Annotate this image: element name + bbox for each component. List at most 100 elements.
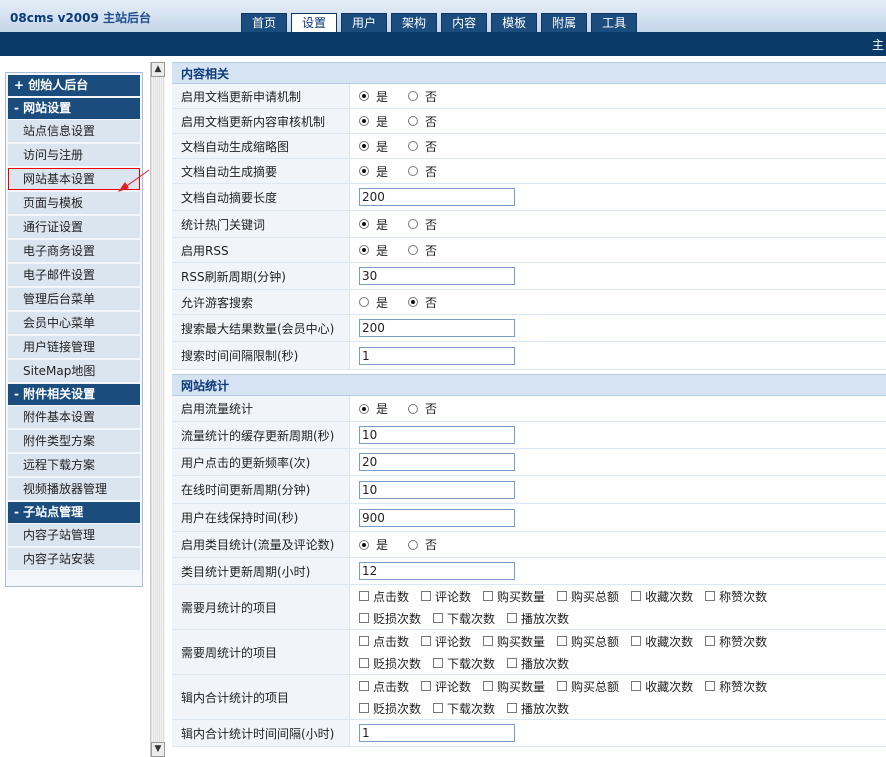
radio-circle[interactable] bbox=[359, 297, 369, 307]
click-frequency-input[interactable] bbox=[359, 453, 515, 471]
checkbox-box[interactable] bbox=[705, 681, 716, 691]
checkbox-clicks[interactable]: 点击数 bbox=[359, 675, 409, 697]
scrollbar[interactable]: ▲ ▼ bbox=[150, 62, 165, 757]
checkbox-box[interactable] bbox=[631, 681, 642, 691]
radio-yes[interactable]: 是 bbox=[359, 163, 388, 180]
radio-yes[interactable]: 是 bbox=[359, 242, 388, 259]
checkbox-box[interactable] bbox=[631, 591, 642, 601]
sidebar-item-sitemap[interactable]: SiteMap地图 bbox=[8, 360, 140, 382]
tab-content[interactable]: 内容 bbox=[441, 13, 488, 32]
tab-tools[interactable]: 工具 bbox=[591, 13, 638, 32]
radio-no[interactable]: 否 bbox=[408, 113, 437, 130]
checkbox-clicks[interactable]: 点击数 bbox=[359, 585, 409, 607]
radio-circle[interactable] bbox=[408, 245, 419, 255]
sidebar-item-subsite-install[interactable]: 内容子站安装 bbox=[8, 548, 140, 570]
checkbox-purchase-qty[interactable]: 购买数量 bbox=[483, 675, 545, 697]
tab-settings[interactable]: 设置 bbox=[291, 13, 338, 32]
radio-yes[interactable]: 是 bbox=[359, 536, 388, 553]
checkbox-plays[interactable]: 播放次数 bbox=[507, 697, 569, 719]
summary-length-input[interactable] bbox=[359, 188, 515, 206]
category-period-input[interactable] bbox=[359, 562, 515, 580]
checkbox-box[interactable] bbox=[421, 681, 432, 691]
radio-circle-checked[interactable] bbox=[408, 297, 419, 307]
radio-no[interactable]: 否 bbox=[408, 242, 437, 259]
sidebar-item-email[interactable]: 电子邮件设置 bbox=[8, 264, 140, 286]
traffic-cache-input[interactable] bbox=[359, 426, 515, 444]
sidebar-item-attach-types[interactable]: 附件类型方案 bbox=[8, 430, 140, 452]
radio-no[interactable]: 否 bbox=[408, 216, 437, 233]
checkbox-dislikes[interactable]: 贬损次数 bbox=[359, 607, 421, 629]
checkbox-box[interactable] bbox=[705, 591, 716, 601]
checkbox-favorites[interactable]: 收藏次数 bbox=[631, 585, 693, 607]
checkbox-comments[interactable]: 评论数 bbox=[421, 675, 471, 697]
sidebar-item-subsite-manage[interactable]: 内容子站管理 bbox=[8, 524, 140, 546]
checkbox-purchase-qty[interactable]: 购买数量 bbox=[483, 585, 545, 607]
checkbox-box[interactable] bbox=[421, 591, 432, 601]
radio-circle[interactable] bbox=[408, 141, 419, 151]
checkbox-downloads[interactable]: 下载次数 bbox=[433, 607, 495, 629]
checkbox-box[interactable] bbox=[507, 658, 518, 668]
checkbox-praises[interactable]: 称赞次数 bbox=[705, 675, 767, 697]
checkbox-box[interactable] bbox=[359, 681, 369, 691]
album-interval-input[interactable] bbox=[359, 724, 515, 742]
checkbox-favorites[interactable]: 收藏次数 bbox=[631, 675, 693, 697]
radio-circle[interactable] bbox=[408, 166, 419, 176]
checkbox-dislikes[interactable]: 贬损次数 bbox=[359, 652, 421, 674]
rss-period-input[interactable] bbox=[359, 267, 515, 285]
checkbox-purchase-total[interactable]: 购买总额 bbox=[557, 630, 619, 652]
search-interval-input[interactable] bbox=[359, 346, 515, 365]
checkbox-box[interactable] bbox=[421, 636, 432, 646]
checkbox-box[interactable] bbox=[483, 636, 494, 646]
checkbox-comments[interactable]: 评论数 bbox=[421, 630, 471, 652]
radio-circle[interactable] bbox=[408, 91, 419, 101]
sidebar-item-video-player[interactable]: 视频播放器管理 bbox=[8, 478, 140, 500]
checkbox-purchase-total[interactable]: 购买总额 bbox=[557, 675, 619, 697]
sidebar-group-attach[interactable]: - 附件相关设置 bbox=[8, 384, 140, 405]
radio-no[interactable]: 否 bbox=[408, 138, 437, 155]
scroll-up-icon[interactable]: ▲ bbox=[151, 62, 165, 77]
radio-no[interactable]: 否 bbox=[408, 163, 437, 180]
radio-no[interactable]: 否 bbox=[408, 88, 437, 105]
radio-circle[interactable] bbox=[408, 219, 419, 229]
checkbox-praises[interactable]: 称赞次数 bbox=[705, 630, 767, 652]
checkbox-box[interactable] bbox=[483, 591, 494, 601]
tab-templates[interactable]: 模板 bbox=[491, 13, 538, 32]
radio-circle-checked[interactable] bbox=[359, 539, 369, 550]
checkbox-downloads[interactable]: 下载次数 bbox=[433, 697, 495, 719]
radio-yes[interactable]: 是 bbox=[359, 113, 388, 130]
checkbox-box[interactable] bbox=[359, 636, 369, 646]
sidebar-item-ecommerce[interactable]: 电子商务设置 bbox=[8, 240, 140, 262]
online-keep-input[interactable] bbox=[359, 508, 515, 527]
tab-users[interactable]: 用户 bbox=[341, 13, 388, 32]
checkbox-box[interactable] bbox=[557, 636, 568, 646]
sidebar-group-founder[interactable]: + 创始人后台 bbox=[8, 75, 140, 96]
radio-circle[interactable] bbox=[408, 116, 419, 126]
checkbox-box[interactable] bbox=[359, 658, 369, 668]
sidebar-item-site-info[interactable]: 站点信息设置 bbox=[8, 120, 140, 142]
radio-circle-checked[interactable] bbox=[359, 403, 369, 414]
checkbox-favorites[interactable]: 收藏次数 bbox=[631, 630, 693, 652]
checkbox-praises[interactable]: 称赞次数 bbox=[705, 585, 767, 607]
sidebar-item-admin-menu[interactable]: 管理后台菜单 bbox=[8, 288, 140, 310]
radio-yes[interactable]: 是 bbox=[359, 294, 388, 311]
checkbox-box[interactable] bbox=[557, 591, 568, 601]
scroll-down-icon[interactable]: ▼ bbox=[151, 742, 165, 757]
checkbox-comments[interactable]: 评论数 bbox=[421, 585, 471, 607]
tab-home[interactable]: 首页 bbox=[241, 13, 288, 32]
sidebar-item-remote-download[interactable]: 远程下载方案 bbox=[8, 454, 140, 476]
sidebar-item-attach-basic[interactable]: 附件基本设置 bbox=[8, 406, 140, 428]
radio-yes[interactable]: 是 bbox=[359, 88, 388, 105]
checkbox-plays[interactable]: 播放次数 bbox=[507, 652, 569, 674]
radio-circle-checked[interactable] bbox=[359, 166, 369, 176]
checkbox-box[interactable] bbox=[507, 613, 518, 623]
checkbox-plays[interactable]: 播放次数 bbox=[507, 607, 569, 629]
radio-circle[interactable] bbox=[408, 539, 419, 550]
radio-yes[interactable]: 是 bbox=[359, 400, 388, 417]
checkbox-purchase-qty[interactable]: 购买数量 bbox=[483, 630, 545, 652]
checkbox-box[interactable] bbox=[705, 636, 716, 646]
tab-attached[interactable]: 附属 bbox=[541, 13, 588, 32]
sidebar-item-user-links[interactable]: 用户链接管理 bbox=[8, 336, 140, 358]
radio-circle-checked[interactable] bbox=[359, 245, 369, 255]
checkbox-box[interactable] bbox=[433, 613, 444, 623]
checkbox-box[interactable] bbox=[631, 636, 642, 646]
